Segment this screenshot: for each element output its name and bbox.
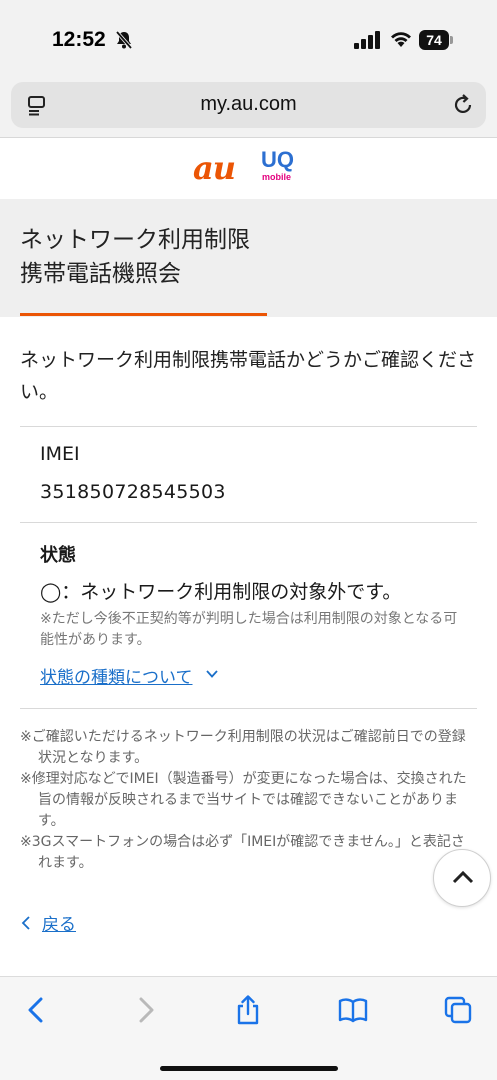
- bell-slash-icon: [115, 30, 133, 50]
- page: 12:52 74 my.au.com au UQ mobile ネットワーク利用…: [0, 0, 497, 1080]
- status-types-link[interactable]: 状態の種類について: [40, 663, 193, 688]
- uq-mobile-label: mobile: [262, 172, 292, 182]
- divider: [20, 708, 477, 709]
- page-title: ネットワーク利用制限 携帯電話機照会: [20, 223, 480, 291]
- note-item: ※3Gスマートフォンの場合は必ず「IMEIが確認できません。」と表記されます。: [20, 834, 465, 871]
- back-link-label: 戻る: [42, 915, 76, 935]
- intro-text: ネットワーク利用制限携帯電話かどうかご確認ください。: [20, 349, 477, 403]
- status-bar: 12:52 74: [0, 0, 497, 80]
- battery-icon: 74: [419, 30, 449, 50]
- chevron-left-icon: [21, 916, 30, 930]
- reload-icon[interactable]: [451, 93, 475, 117]
- signal-icon: [354, 31, 380, 49]
- chevron-down-icon[interactable]: [205, 668, 219, 680]
- tabs-icon[interactable]: [443, 995, 473, 1025]
- status-label: 状態: [40, 545, 76, 566]
- au-logo[interactable]: au: [193, 149, 236, 187]
- back-link[interactable]: 戻る: [20, 910, 76, 935]
- note-item: ※ご確認いただけるネットワーク利用制限の状況はご確認前日での登録状況となります。: [20, 729, 466, 766]
- scroll-to-top-button[interactable]: [433, 849, 491, 907]
- status-note: ※ただし今後不正契約等が判明した場合は利用制限の対象となる可能性があります。: [40, 611, 458, 648]
- page-title-line-1: ネットワーク利用制限: [20, 227, 250, 253]
- url-text[interactable]: my.au.com: [11, 93, 486, 116]
- forward-arrow-icon[interactable]: [130, 995, 160, 1025]
- imei-value: 351850728545503: [40, 481, 226, 503]
- bookmarks-icon[interactable]: [338, 995, 368, 1025]
- imei-label: IMEI: [40, 443, 80, 465]
- status-time: 12:52: [52, 28, 106, 51]
- share-icon[interactable]: [233, 995, 263, 1025]
- address-bar[interactable]: my.au.com: [11, 82, 486, 128]
- brand-header: au UQ mobile: [0, 139, 497, 199]
- uq-logo[interactable]: UQ: [261, 149, 294, 171]
- notes-list: ※ご確認いただけるネットワーク利用制限の状況はご確認前日での登録状況となります。…: [20, 727, 475, 874]
- battery-tip: [450, 36, 453, 44]
- home-indicator: [160, 1066, 338, 1071]
- status-text: ◯：ネットワーク利用制限の対象外です。: [40, 581, 402, 603]
- page-title-line-2: 携帯電話機照会: [20, 261, 181, 287]
- note-item: ※修理対応などでIMEI（製造番号）が変更になった場合は、交換された旨の情報が反…: [20, 771, 467, 829]
- divider: [20, 426, 477, 427]
- wifi-icon: [391, 32, 411, 47]
- chevron-up-icon: [452, 870, 474, 884]
- title-accent-line: [20, 313, 267, 316]
- browser-address-area: my.au.com: [0, 80, 497, 138]
- back-arrow-icon[interactable]: [22, 995, 52, 1025]
- title-band: ネットワーク利用制限 携帯電話機照会: [0, 199, 497, 317]
- divider: [20, 522, 477, 523]
- browser-toolbar: [0, 976, 497, 1080]
